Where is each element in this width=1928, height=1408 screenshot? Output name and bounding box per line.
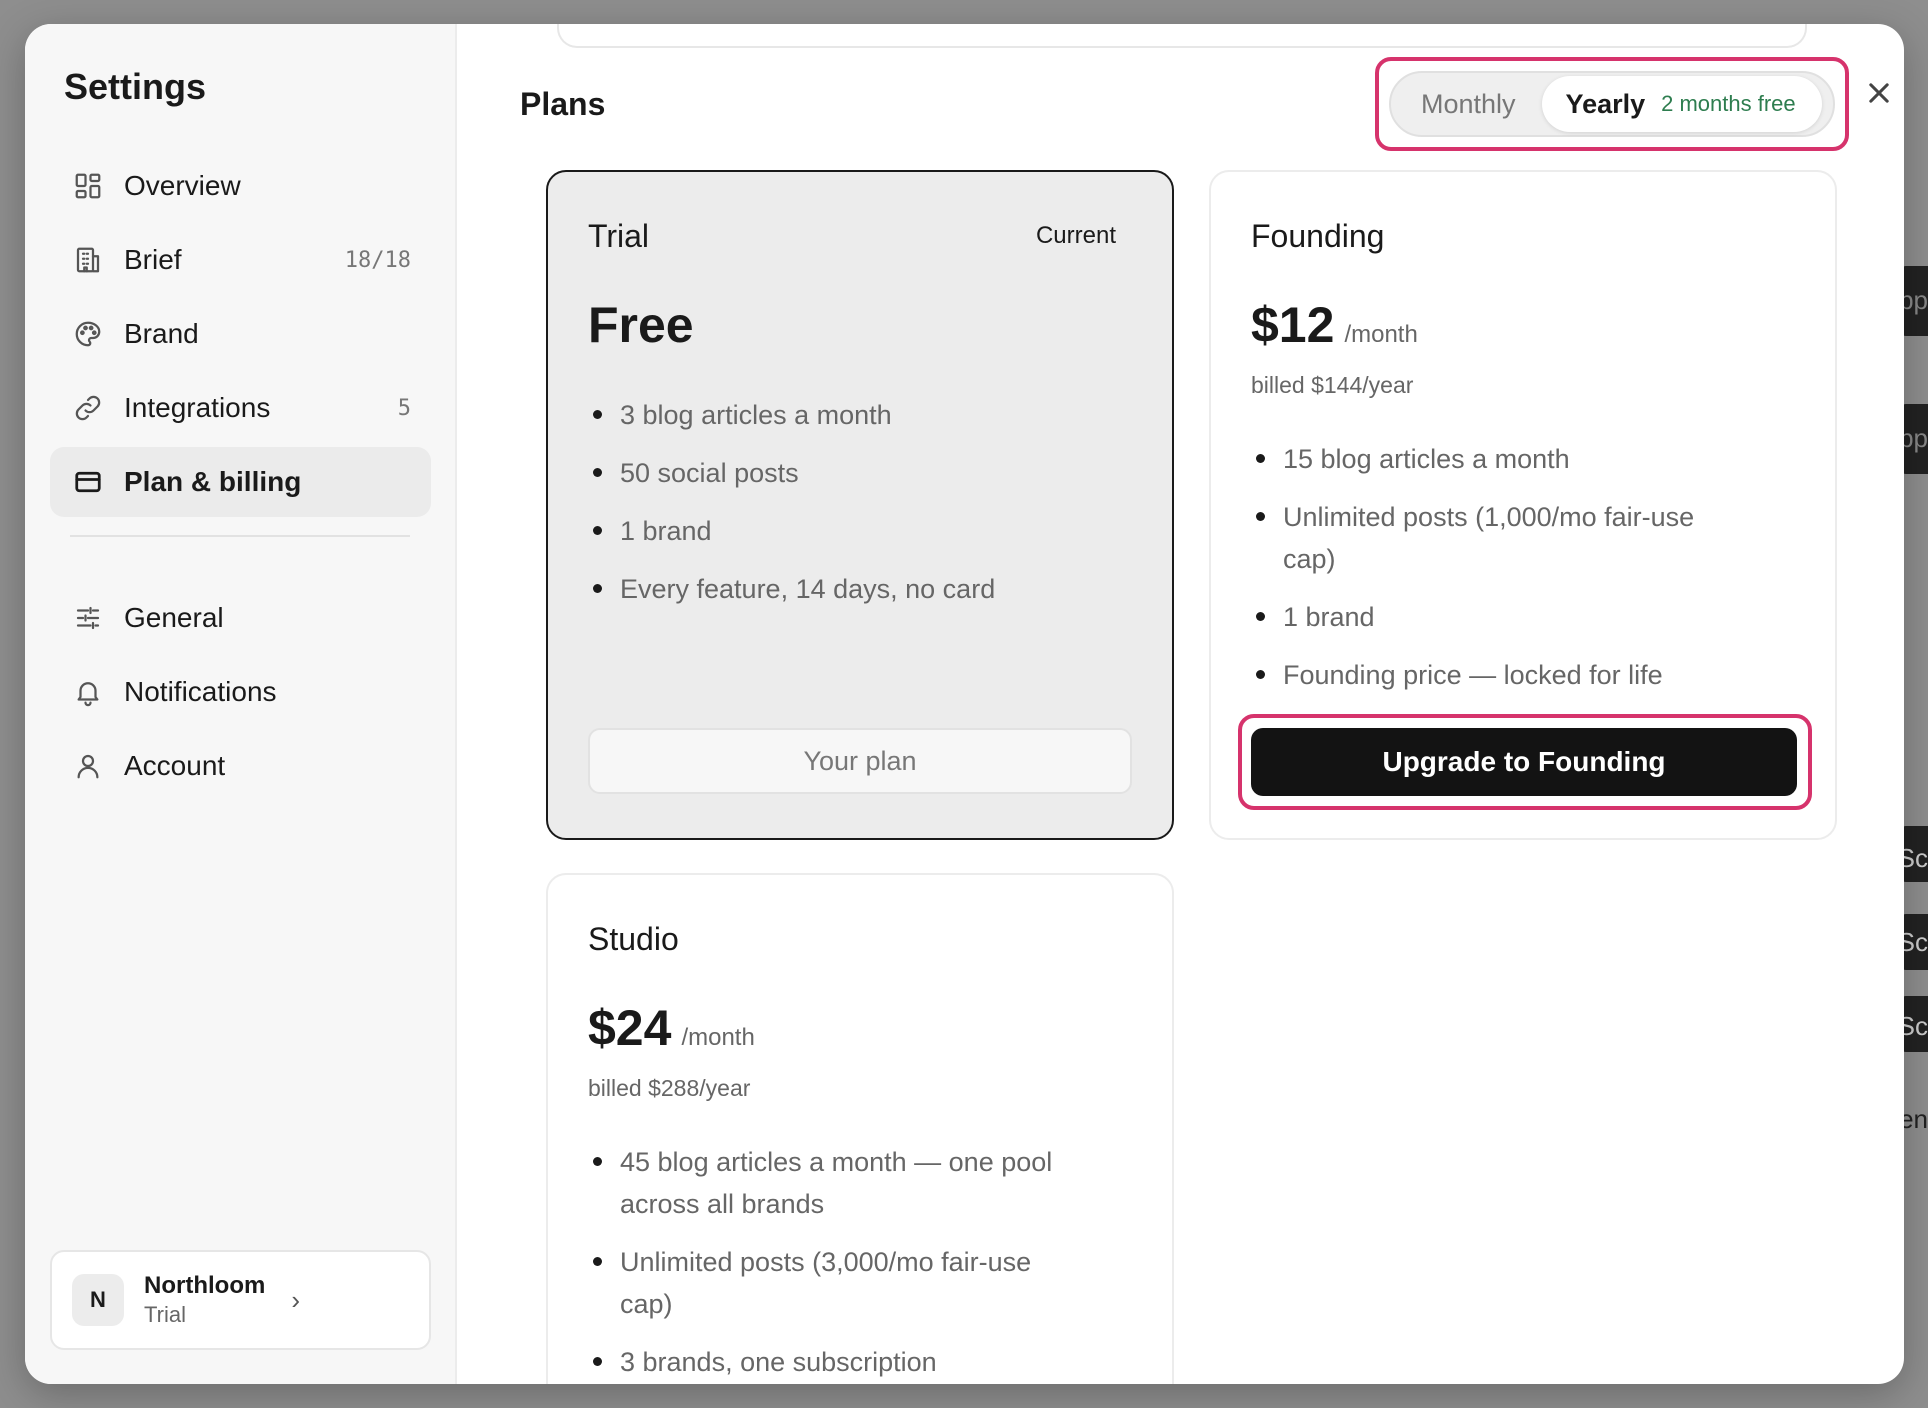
sidebar-item-account[interactable]: Account <box>50 731 431 801</box>
your-plan-button: Your plan <box>588 728 1132 794</box>
page-title: Plans <box>520 86 606 122</box>
plan-billed-note: billed $288/year <box>588 1075 751 1101</box>
plan-feature: 15 blog articles a month <box>1251 438 1751 480</box>
plan-card-studio: Studio $24 /month billed $288/year 45 bl… <box>546 873 1174 1384</box>
plan-price: Free <box>588 296 694 354</box>
workspace-avatar: N <box>72 1274 124 1326</box>
plan-price-value: $12 <box>1251 297 1335 353</box>
workspace-switcher[interactable]: N Northloom Trial › <box>50 1250 431 1350</box>
plan-feature: 50 social posts <box>588 452 1088 494</box>
plan-feature: 1 brand <box>588 510 1088 552</box>
sidebar-title: Settings <box>64 66 207 107</box>
credit-card-icon <box>72 466 104 498</box>
plan-feature: Unlimited posts (1,000/mo fair-use cap) <box>1251 496 1751 580</box>
palette-icon <box>72 318 104 350</box>
sliders-icon <box>72 602 104 634</box>
plan-name: Studio <box>588 921 679 957</box>
sidebar-item-brief[interactable]: Brief 18/18 <box>50 225 431 295</box>
plan-feature: Unlimited posts (3,000/mo fair-use cap) <box>588 1241 1088 1325</box>
plan-feature: 1 brand <box>1251 596 1751 638</box>
link-icon <box>72 392 104 424</box>
sidebar-divider <box>70 535 410 537</box>
sidebar-item-label: Brand <box>124 318 199 349</box>
sidebar-item-plan-billing[interactable]: Plan & billing <box>50 447 431 517</box>
plan-billed-note: billed $144/year <box>1251 372 1414 398</box>
sidebar-item-label: General <box>124 602 224 633</box>
billing-period-toggle[interactable]: Monthly Yearly 2 months free <box>1389 71 1835 137</box>
toggle-monthly[interactable]: Monthly <box>1395 76 1542 132</box>
grid-icon <box>72 170 104 202</box>
sidebar-item-label: Integrations <box>124 392 271 423</box>
plan-name: Founding <box>1251 218 1385 254</box>
brief-count-badge: 18/18 <box>344 247 411 273</box>
workspace-name: Northloom <box>144 1272 266 1299</box>
plan-price-value: Free <box>588 297 694 353</box>
plan-feature-list: 45 blog articles a month — one pool acro… <box>588 1141 1088 1384</box>
plan-price: $12 /month <box>1251 296 1418 354</box>
sidebar-item-label: Overview <box>124 170 241 201</box>
plan-price-period: /month <box>1344 321 1418 348</box>
plans-panel: Plans Monthly Yearly 2 months free Trial… <box>457 24 1904 1384</box>
plan-feature: Every feature, 14 days, no card <box>588 568 1088 610</box>
plan-name: Trial <box>588 218 650 254</box>
toggle-monthly-label: Monthly <box>1421 88 1516 119</box>
plan-feature: 3 brands, one subscription <box>588 1341 1088 1383</box>
settings-sidebar: Settings Overview Brief 18/18 Brand Inte… <box>25 24 457 1384</box>
user-icon <box>72 750 104 782</box>
scrolled-card-edge <box>557 24 1807 48</box>
plan-feature-list: 3 blog articles a month 50 social posts … <box>588 394 1088 626</box>
sidebar-item-overview[interactable]: Overview <box>50 151 431 221</box>
building-icon <box>72 244 104 276</box>
sidebar-item-label: Plan & billing <box>124 466 302 497</box>
sidebar-item-brand[interactable]: Brand <box>50 299 431 369</box>
toggle-yearly[interactable]: Yearly 2 months free <box>1541 76 1822 132</box>
plan-card-founding: Founding $12 /month billed $144/year 15 … <box>1209 170 1837 840</box>
plan-price-value: $24 <box>588 1000 672 1056</box>
chevron-right-icon: › <box>291 1284 300 1315</box>
sidebar-item-integrations[interactable]: Integrations 5 <box>50 373 431 443</box>
settings-modal: Settings Overview Brief 18/18 Brand Inte… <box>25 24 1904 1384</box>
plan-price-period: /month <box>681 1024 755 1051</box>
plan-feature: Founding price — locked for life <box>1251 654 1751 696</box>
sidebar-item-label: Account <box>124 750 226 781</box>
current-plan-badge: Current <box>1035 222 1116 249</box>
integrations-count-badge: 5 <box>397 395 411 421</box>
close-button[interactable] <box>1854 68 1904 118</box>
sidebar-item-label: Notifications <box>124 676 277 707</box>
workspace-plan: Trial <box>144 1302 186 1327</box>
bell-icon <box>72 676 104 708</box>
plan-feature: 3 blog articles a month <box>588 394 1088 436</box>
upgrade-founding-button[interactable]: Upgrade to Founding <box>1251 728 1797 796</box>
close-icon <box>1869 83 1889 103</box>
plan-feature: 45 blog articles a month — one pool acro… <box>588 1141 1088 1225</box>
sidebar-item-notifications[interactable]: Notifications <box>50 657 431 727</box>
yearly-discount-badge: 2 months free <box>1661 91 1796 116</box>
toggle-yearly-label: Yearly <box>1565 88 1646 119</box>
plan-feature-list: 15 blog articles a month Unlimited posts… <box>1251 438 1751 712</box>
plan-card-trial: Trial Current Free 3 blog articles a mon… <box>546 170 1174 840</box>
sidebar-item-general[interactable]: General <box>50 583 431 653</box>
plan-price: $24 /month <box>588 999 755 1057</box>
sidebar-item-label: Brief <box>124 244 182 275</box>
